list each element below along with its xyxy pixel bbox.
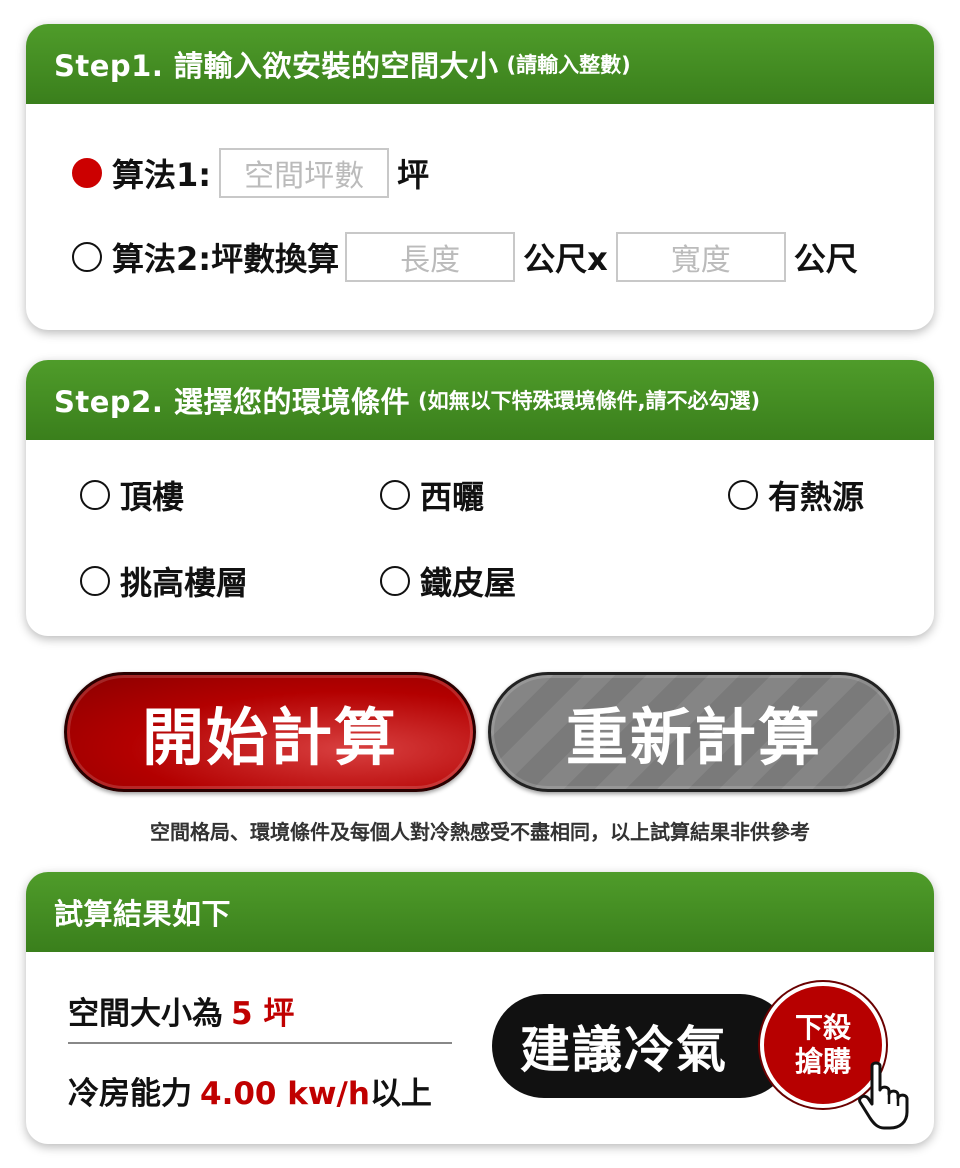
method2-label: 算法2:坪數換算 (112, 240, 340, 278)
method1-row: 算法1: 空間坪數 坪 (72, 148, 429, 198)
option-label: 挑高樓層 (120, 564, 249, 602)
step2-subtitle: (如無以下特殊環境條件,請不必勾選) (417, 389, 761, 413)
option-metal-house[interactable]: 鐵皮屋 (380, 558, 516, 604)
promo-line2: 搶購 (794, 1045, 851, 1078)
method2-radio[interactable] (72, 242, 102, 272)
option-label: 有熱源 (768, 478, 865, 516)
option-rooftop[interactable]: 頂樓 (80, 472, 184, 518)
width-unit: 公尺 (793, 240, 858, 278)
hand-pointer-icon (858, 1061, 909, 1130)
result-card: 試算結果如下 空間大小為 5 坪 冷房能力 4.00 kw/h 以上 建議冷氣 … (26, 872, 934, 1144)
step2-header: Step2. 選擇您的環境條件 (如無以下特殊環境條件,請不必勾選) (26, 360, 934, 440)
radio-circle-icon[interactable] (380, 566, 410, 596)
radio-circle-icon[interactable] (728, 480, 758, 510)
step1-subtitle: (請輸入整數) (506, 53, 631, 77)
radio-circle-icon[interactable] (80, 480, 110, 510)
size-value: 5 坪 (231, 996, 295, 1032)
radio-circle-icon[interactable] (80, 566, 110, 596)
width-input[interactable]: 寬度 (615, 232, 786, 282)
step2-card: Step2. 選擇您的環境條件 (如無以下特殊環境條件,請不必勾選) 頂樓 西曬… (26, 360, 934, 636)
capacity-result: 冷房能力 4.00 kw/h 以上 (68, 1068, 432, 1113)
capacity-label: 冷房能力 (68, 1076, 192, 1112)
option-high-ceiling[interactable]: 挑高樓層 (80, 558, 248, 604)
method1-radio[interactable] (72, 158, 102, 188)
size-label: 空間大小為 (68, 996, 223, 1032)
length-input[interactable]: 長度 (345, 232, 516, 282)
start-calculate-button[interactable]: 開始計算 (64, 672, 476, 792)
step1-header: Step1. 請輸入欲安裝的空間大小 (請輸入整數) (26, 24, 934, 104)
space-ping-input[interactable]: 空間坪數 (219, 148, 390, 198)
capacity-suffix: 以上 (369, 1076, 432, 1112)
capacity-value: 4.00 kw/h (200, 1076, 370, 1112)
promo-line1: 下殺 (794, 1011, 851, 1044)
result-header: 試算結果如下 (26, 872, 934, 952)
result-divider (68, 1042, 452, 1044)
size-result: 空間大小為 5 坪 (68, 988, 294, 1033)
option-heat-source[interactable]: 有熱源 (728, 472, 864, 518)
option-label: 鐵皮屋 (420, 564, 517, 602)
method2-row: 算法2:坪數換算 長度 公尺x 寬度 公尺 (72, 232, 858, 282)
method1-unit: 坪 (397, 156, 430, 194)
step2-title: Step2. 選擇您的環境條件 (54, 385, 410, 419)
result-title: 試算結果如下 (54, 897, 232, 931)
suggest-aircon-button[interactable]: 建議冷氣 (492, 994, 792, 1098)
option-west-sun[interactable]: 西曬 (380, 472, 484, 518)
disclaimer-note: 空間格局、環境條件及每個人對冷熱感受不盡相同，以上試算結果非供參考 (150, 820, 810, 844)
step1-card: Step1. 請輸入欲安裝的空間大小 (請輸入整數) 算法1: 空間坪數 坪 算… (26, 24, 934, 330)
radio-circle-icon[interactable] (380, 480, 410, 510)
reset-calculate-button[interactable]: 重新計算 (488, 672, 900, 792)
option-label: 西曬 (420, 478, 485, 516)
method1-label: 算法1: (112, 156, 212, 194)
length-unit: 公尺x (523, 240, 608, 278)
option-label: 頂樓 (120, 478, 185, 516)
step1-title: Step1. 請輸入欲安裝的空間大小 (54, 49, 499, 83)
